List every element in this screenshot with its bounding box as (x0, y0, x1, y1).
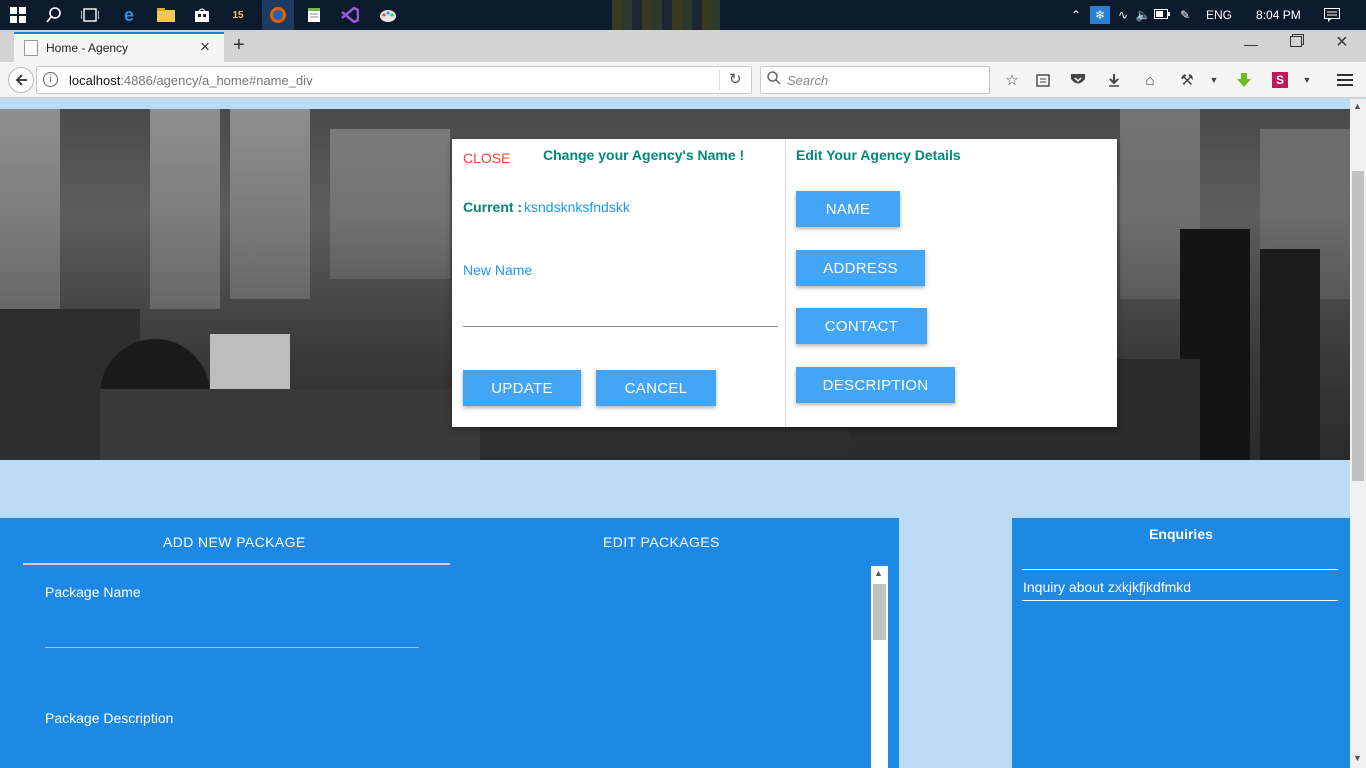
divider (1022, 600, 1338, 601)
task-view-icon[interactable] (78, 4, 102, 26)
system-tray: ⌃ ❄ ∿ 🔈 ✎ ENG 8:04 PM (1068, 0, 1301, 30)
inner-scrollbar[interactable]: ▲ (871, 566, 888, 768)
url-divider (719, 70, 720, 90)
notepad-icon[interactable] (302, 4, 326, 26)
enquiries-panel: Enquiries Inquiry about zxkjkfjkdfmkd (1012, 518, 1350, 768)
search-bar[interactable]: Search (760, 66, 990, 94)
pen-icon[interactable]: ✎ (1176, 8, 1194, 22)
new-tab-icon[interactable]: + (233, 34, 245, 57)
snowflake-icon[interactable]: ❄ (1090, 6, 1110, 24)
change-name-title: Change your Agency's Name ! (543, 147, 745, 163)
enquiry-item[interactable]: Inquiry about zxkjkfjkdfmkd (1023, 579, 1191, 595)
packages-panel: ADD NEW PACKAGE EDIT PACKAGES Package Na… (0, 518, 899, 768)
bookmark-star-icon[interactable]: ☆ (1000, 68, 1024, 92)
visual-studio-icon[interactable] (338, 4, 362, 26)
edit-details-title: Edit Your Agency Details (796, 147, 961, 163)
chevron-up-icon[interactable]: ⌃ (1068, 8, 1084, 22)
reading-list-icon[interactable] (1031, 68, 1055, 92)
developer-tools-icon[interactable]: ⚒ (1175, 68, 1199, 92)
scroll-thumb[interactable] (1352, 171, 1364, 481)
windows-start-icon[interactable] (6, 4, 30, 26)
tab-edit-packages[interactable]: EDIT PACKAGES (603, 534, 720, 550)
chevron-down-icon[interactable]: ▼ (1202, 68, 1226, 92)
taskbar-thumbnail-strip (612, 0, 720, 30)
edge-icon[interactable]: e (117, 4, 141, 26)
restore-icon[interactable] (1290, 36, 1302, 47)
back-button[interactable] (8, 67, 34, 93)
volume-icon[interactable]: 🔈 (1134, 8, 1152, 22)
close-button[interactable]: CLOSE (463, 150, 510, 166)
wifi-icon[interactable]: ∿ (1114, 8, 1132, 22)
search-placeholder: Search (787, 73, 829, 88)
firefox-icon[interactable] (262, 0, 294, 30)
store-icon[interactable] (190, 4, 214, 26)
scroll-down-icon[interactable]: ▼ (1353, 753, 1362, 763)
search-icon (767, 71, 781, 88)
close-window-icon[interactable]: × (1336, 31, 1348, 54)
file-explorer-icon[interactable] (154, 4, 178, 26)
home-icon[interactable]: ⌂ (1138, 68, 1162, 92)
download-helper-icon[interactable] (1232, 68, 1256, 92)
active-tab-indicator (23, 563, 450, 565)
current-label: Current : (463, 199, 523, 215)
menu-icon[interactable] (1333, 68, 1357, 92)
edit-agency-modal: CLOSE Change your Agency's Name ! Curren… (452, 139, 1117, 427)
info-icon[interactable]: i (43, 72, 58, 87)
description-option-button[interactable]: DESCRIPTION (796, 367, 955, 403)
name-option-button[interactable]: NAME (796, 191, 900, 227)
language-indicator[interactable]: ENG (1206, 8, 1232, 22)
paint-icon[interactable] (376, 4, 400, 26)
tab-add-new-package[interactable]: ADD NEW PACKAGE (163, 534, 306, 550)
close-tab-icon[interactable]: × (200, 37, 210, 57)
page-scrollbar[interactable]: ▲ ▼ (1350, 99, 1366, 768)
clock[interactable]: 8:04 PM (1256, 8, 1301, 22)
search-icon[interactable] (42, 4, 66, 26)
scroll-up-icon[interactable]: ▲ (1353, 101, 1362, 111)
page-content: CLOSE Change your Agency's Name ! Curren… (0, 99, 1350, 768)
minimize-icon[interactable]: — (1244, 36, 1258, 52)
browser-tab[interactable]: Home - Agency × (14, 32, 224, 62)
modal-divider (785, 139, 786, 427)
url-bar[interactable]: i localhost:4886/agency/a_home#name_div … (36, 66, 752, 94)
current-name-value: ksndsknksfndskk (524, 199, 630, 215)
cancel-button[interactable]: CANCEL (596, 370, 716, 406)
url-path: :4886/agency/a_home#name_div (120, 73, 313, 88)
contact-option-button[interactable]: CONTACT (796, 308, 927, 344)
address-option-button[interactable]: ADDRESS (796, 250, 925, 286)
reload-icon[interactable]: ↻ (729, 70, 742, 88)
app-15-icon[interactable]: 15 (226, 4, 250, 26)
scroll-thumb[interactable] (873, 584, 886, 640)
new-name-input[interactable] (463, 299, 778, 327)
new-name-label: New Name (463, 262, 533, 278)
extension-s-icon[interactable]: S (1268, 68, 1292, 92)
divider (1022, 569, 1338, 570)
package-description-label: Package Description (45, 710, 174, 726)
enquiries-title: Enquiries (1149, 526, 1213, 542)
chevron-down-icon[interactable]: ▼ (1295, 68, 1319, 92)
package-name-label: Package Name (45, 584, 141, 600)
package-name-input[interactable] (45, 618, 419, 648)
action-center-icon[interactable] (1320, 4, 1344, 26)
tab-title: Home - Agency (46, 41, 129, 55)
page-icon (24, 40, 38, 56)
windows-taskbar: e 15 ⌃ ❄ ∿ 🔈 ✎ ENG 8:04 PM (0, 0, 1366, 30)
url-host: localhost (69, 73, 121, 88)
battery-icon[interactable] (1154, 8, 1172, 22)
scroll-up-icon[interactable]: ▲ (874, 568, 883, 578)
update-button[interactable]: UPDATE (463, 370, 581, 406)
download-icon[interactable] (1102, 68, 1126, 92)
pocket-icon[interactable] (1066, 68, 1090, 92)
